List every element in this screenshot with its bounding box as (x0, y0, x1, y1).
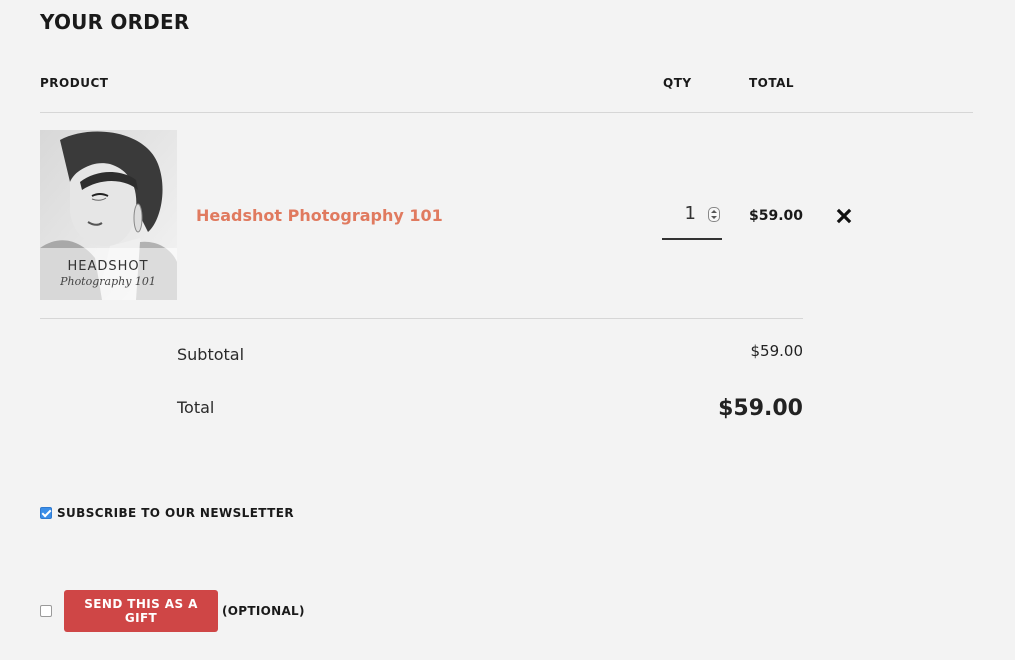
line-total: $59.00 (749, 208, 804, 224)
gift-checkbox[interactable] (40, 605, 52, 617)
column-header-qty: QTY (663, 76, 692, 90)
column-header-product: PRODUCT (40, 76, 109, 90)
quantity-stepper[interactable]: 1 (662, 198, 722, 240)
product-thumbnail[interactable]: HEADSHOT Photography 101 (40, 130, 177, 300)
header-divider (40, 112, 973, 113)
send-as-gift-button[interactable]: SEND THIS AS A GIFT (64, 590, 218, 632)
subtotal-value: $59.00 (750, 342, 804, 360)
quantity-value[interactable]: 1 (685, 203, 696, 224)
thumbnail-title-line2: Photography 101 (59, 275, 156, 288)
order-title: YOUR ORDER (40, 10, 190, 34)
thumbnail-title-line1: HEADSHOT (67, 259, 148, 274)
gift-option: SEND THIS AS A GIFT (OPTIONAL) (40, 590, 305, 632)
remove-item-button[interactable] (836, 207, 852, 225)
newsletter-checkbox[interactable] (40, 507, 52, 519)
newsletter-label[interactable]: SUBSCRIBE TO OUR NEWSLETTER (57, 506, 294, 520)
total-value: $59.00 (718, 396, 803, 421)
close-icon (836, 208, 852, 224)
subtotal-label: Subtotal (177, 345, 245, 364)
newsletter-option: SUBSCRIBE TO OUR NEWSLETTER (40, 506, 294, 520)
quantity-spin-icon[interactable] (708, 207, 720, 222)
item-divider (40, 318, 803, 319)
product-thumbnail-image: HEADSHOT Photography 101 (40, 130, 177, 300)
product-name-link[interactable]: Headshot Photography 101 (196, 206, 443, 225)
gift-optional-label: (OPTIONAL) (222, 604, 305, 618)
total-label: Total (177, 398, 215, 417)
column-header-total: TOTAL (749, 76, 795, 90)
